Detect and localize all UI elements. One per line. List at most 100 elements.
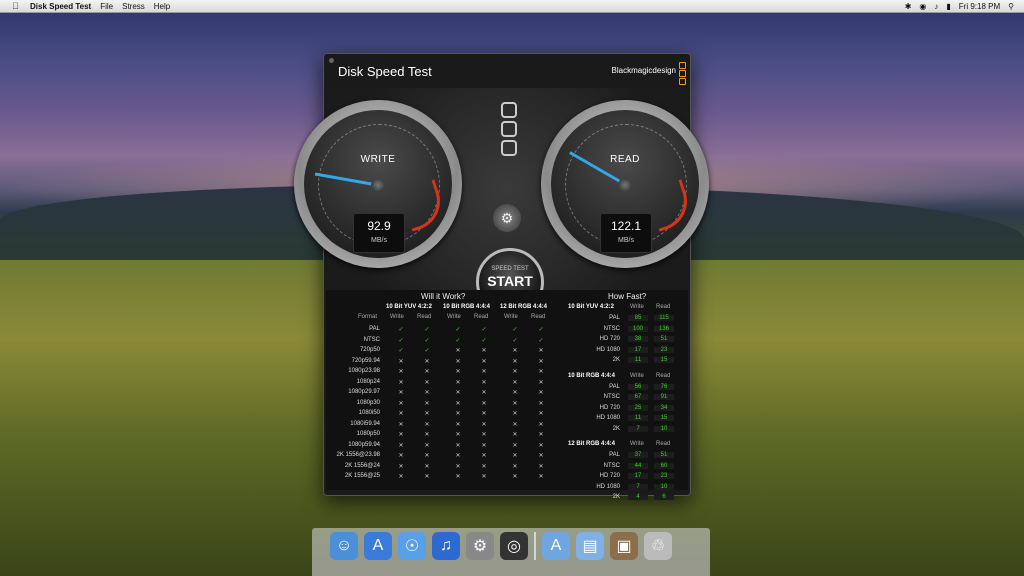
write-col-header: Write	[630, 441, 644, 447]
cross-icon: ✕	[538, 474, 544, 480]
start-small-label: SPEED TEST	[491, 266, 529, 272]
cross-icon: ✕	[538, 442, 544, 449]
finder-icon[interactable]: ☺	[330, 532, 358, 560]
read-gauge: READ 122.1 MB/s	[541, 100, 709, 268]
check-icon: ✓	[424, 327, 430, 333]
settings-gear-icon[interactable]: ⚙	[493, 204, 521, 232]
cross-icon: ✕	[398, 442, 404, 449]
write-col-header: Write	[447, 314, 461, 320]
read-speed-cell: 60	[654, 462, 674, 469]
menu-help[interactable]: Help	[154, 2, 170, 11]
cross-icon: ✕	[538, 432, 544, 438]
cross-icon: ✕	[512, 432, 518, 438]
will-it-work-header: Will it Work?	[421, 292, 466, 301]
read-speed-cell: 23	[654, 346, 674, 353]
cross-icon: ✕	[455, 421, 461, 428]
cross-icon: ✕	[481, 358, 487, 365]
bluetooth-icon[interactable]: ✱	[905, 2, 912, 11]
disk-speed-test-icon[interactable]: ◎	[500, 532, 528, 560]
cross-icon: ✕	[512, 379, 518, 386]
read-value: 122.1	[610, 219, 642, 233]
read-col-header: Read	[474, 314, 489, 320]
options-icon[interactable]	[501, 102, 517, 159]
read-speed-cell: 51	[654, 452, 674, 458]
cross-icon: ✕	[538, 463, 544, 470]
wifi-icon[interactable]: ◉	[919, 2, 926, 11]
cross-icon: ✕	[512, 411, 518, 417]
menu-app-name[interactable]: Disk Speed Test	[30, 2, 91, 11]
check-icon: ✓	[398, 348, 404, 354]
app-store-icon[interactable]: A	[364, 532, 392, 560]
cross-icon: ✕	[424, 411, 430, 417]
read-speed-cell: 34	[654, 404, 674, 411]
clock[interactable]: Fri 9:18 PM	[959, 2, 1000, 11]
group-header: 10 Bit RGB 4:4:4	[443, 304, 491, 310]
close-button[interactable]	[329, 58, 334, 63]
cross-icon: ✕	[398, 379, 404, 386]
itunes-icon[interactable]: ♫	[432, 532, 460, 560]
menu-stress[interactable]: Stress	[122, 2, 145, 11]
dock-separator	[534, 532, 536, 560]
cross-icon: ✕	[512, 348, 518, 354]
format-cell: 1080p24	[356, 378, 380, 385]
cross-icon: ✕	[398, 411, 404, 417]
format-cell: PAL	[609, 452, 620, 458]
check-icon: ✓	[424, 348, 430, 354]
read-speed-cell: 115	[654, 315, 674, 321]
documents-folder-icon[interactable]: ▤	[576, 532, 604, 560]
table-row: HD 720 25 34	[568, 404, 686, 415]
cross-icon: ✕	[455, 348, 461, 354]
write-speed-cell: 7	[628, 425, 648, 432]
cross-icon: ✕	[455, 358, 461, 365]
preview-icon[interactable]: ▣	[610, 532, 638, 560]
results-panel: Will it Work? How Fast? 10 Bit YUV 4:2:2…	[326, 290, 688, 500]
menu-file[interactable]: File	[100, 2, 113, 11]
read-col-header: Read	[656, 441, 671, 447]
table-row: 1080p29.97 ✕ ✕ ✕ ✕ ✕ ✕	[328, 389, 560, 399]
format-cell: HD 1080	[596, 483, 620, 490]
table-row: 720p59.94 ✕ ✕ ✕ ✕ ✕ ✕	[328, 358, 560, 368]
check-icon: ✓	[512, 337, 518, 344]
cross-icon: ✕	[424, 463, 430, 470]
applications-folder-icon[interactable]: A	[542, 532, 570, 560]
cross-icon: ✕	[481, 348, 487, 354]
cross-icon: ✕	[512, 453, 518, 459]
spotlight-icon[interactable]: ⚲	[1008, 2, 1014, 11]
cross-icon: ✕	[481, 411, 487, 417]
format-cell: 1080p50	[356, 431, 380, 437]
format-cell: 2K	[612, 357, 620, 363]
cross-icon: ✕	[538, 369, 544, 375]
format-cell: HD 720	[599, 336, 620, 342]
safari-icon[interactable]: ☉	[398, 532, 426, 560]
format-cell: 1080p23.98	[348, 368, 380, 374]
trash-icon[interactable]: ♲	[644, 532, 672, 560]
table-row: 1080p50 ✕ ✕ ✕ ✕ ✕ ✕	[328, 431, 560, 441]
table-row: 1080p30 ✕ ✕ ✕ ✕ ✕ ✕	[328, 400, 560, 410]
format-cell: NTSC	[603, 462, 620, 469]
cross-icon: ✕	[538, 400, 544, 407]
how-fast-header: How Fast?	[608, 292, 647, 301]
format-cell: HD 720	[599, 404, 620, 411]
format-cell: 1080i59.94	[350, 420, 380, 427]
read-speed-cell: 15	[654, 357, 674, 363]
table-row: 2K 7 10	[568, 425, 686, 436]
read-speed-cell: 15	[654, 415, 674, 421]
cross-icon: ✕	[481, 463, 487, 470]
cross-icon: ✕	[512, 463, 518, 470]
write-speed-cell: 100	[628, 325, 648, 332]
cross-icon: ✕	[512, 390, 518, 396]
format-cell: NTSC	[603, 394, 620, 400]
table-row: PAL 37 51	[568, 452, 686, 462]
cross-icon: ✕	[455, 411, 461, 417]
disk-speed-test-window: Disk Speed Test Blackmagicdesign WRITE 9…	[294, 53, 709, 500]
table-row: PAL 85 115	[568, 315, 686, 325]
cross-icon: ✕	[481, 369, 487, 375]
read-speed-cell: 76	[654, 383, 674, 390]
apple-menu-icon[interactable]: 	[12, 1, 22, 11]
volume-icon[interactable]: ♪	[934, 2, 938, 11]
read-col-header: Read	[531, 314, 546, 320]
format-cell: 720p59.94	[351, 357, 380, 364]
system-preferences-icon[interactable]: ⚙	[466, 532, 494, 560]
read-speed-cell: 6	[654, 494, 674, 500]
battery-icon[interactable]: ▮	[946, 2, 950, 11]
